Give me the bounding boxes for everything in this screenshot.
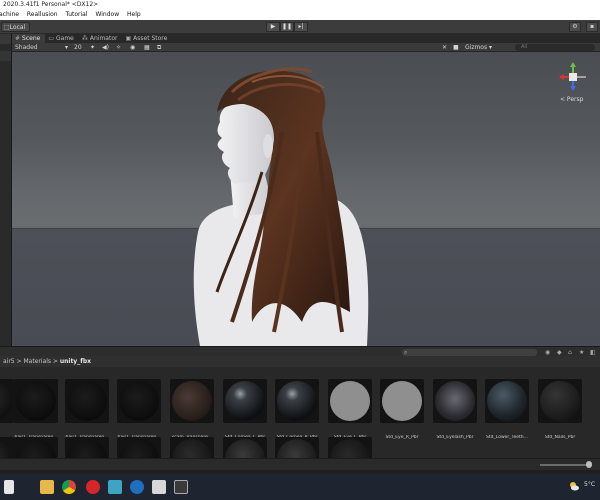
hierarchy-panel-edge (0, 34, 12, 346)
material-thumbnail (328, 437, 372, 458)
taskbar: 5°C (0, 474, 600, 500)
start-icon[interactable] (4, 480, 14, 494)
opera-icon[interactable] (86, 480, 100, 494)
weather-icon (570, 482, 579, 491)
store-icon: ▣ (125, 35, 132, 42)
breadcrumb-current: unity_fbx (59, 358, 91, 365)
orientation-gizmo[interactable] (556, 62, 590, 92)
account-button[interactable]: ▪ (586, 22, 598, 32)
window-title: 2020.3.41f1 Personal* <DX12> (0, 0, 600, 10)
menu-bar: achine Reallusion Tutorial Window Help (0, 10, 600, 20)
material-thumbnail (0, 437, 14, 458)
unity-editor-icon[interactable] (174, 480, 188, 494)
camera-settings-icon[interactable]: ■ (453, 43, 459, 52)
slider-handle[interactable] (586, 461, 592, 468)
thumbnail-size-slider[interactable] (540, 464, 590, 466)
menu-machine[interactable]: achine (0, 10, 19, 20)
hash-icon: # (15, 35, 21, 42)
character-model (193, 67, 369, 346)
tools-icon[interactable]: ✕ (442, 43, 447, 52)
step-button[interactable]: ▸| (294, 22, 308, 32)
breadcrumb: air5 > Materials > unity_fbx (0, 356, 600, 367)
pause-button[interactable]: ❚❚ (280, 22, 294, 32)
chevron-down-icon: ▾ (65, 44, 69, 51)
shading-mode-dropdown[interactable]: Shaded (15, 43, 38, 52)
material-thumbnail (170, 379, 214, 423)
material-thumbnail (65, 437, 109, 458)
unity-hub-icon[interactable] (152, 480, 166, 494)
playmode-controls: ▶ ❚❚ ▸| (266, 22, 308, 32)
effects-toggle-icon[interactable]: ✧ (116, 43, 121, 52)
tab-game[interactable]: ▭ Game (45, 34, 79, 43)
chevron-down-icon: ▾ (489, 44, 493, 51)
menu-help[interactable]: Help (127, 10, 141, 20)
hierarchy-tab[interactable] (0, 34, 11, 44)
scene-tabs: # Scene ▭ Game ⁂ Animator ▣ Asset Store (12, 34, 600, 43)
material-thumbnail (328, 379, 372, 423)
project-footer (0, 458, 600, 470)
tab-animator[interactable]: ⁂ Animator (79, 34, 123, 43)
tab-scene[interactable]: # Scene (12, 34, 46, 43)
gamepad-icon: ▭ (48, 35, 54, 42)
project-toolbar: ⌕ ◉ ◆ ⌂ ★ ◧ (0, 346, 600, 356)
tag-icon[interactable]: ⌂ (568, 349, 572, 356)
material-thumbnail (433, 379, 477, 423)
material-thumbnail (14, 379, 58, 423)
filter-icon[interactable]: ◆ (557, 349, 562, 356)
breadcrumb-item[interactable]: air5 (3, 358, 15, 365)
animator-icon: ⁂ (81, 35, 88, 42)
material-thumbnail (380, 379, 424, 423)
material-thumbnail (117, 437, 161, 458)
star-icon[interactable]: ★ (579, 349, 584, 356)
material-thumbnail (14, 437, 58, 458)
projection-label[interactable]: < Persp (560, 96, 583, 103)
cloud-button[interactable]: ⚙ (569, 22, 581, 32)
chrome-icon[interactable] (62, 480, 76, 494)
menu-window[interactable]: Window (95, 10, 119, 20)
main-toolbar: ⬚Local ▶ ❚❚ ▸| ⚙ ▪ (0, 20, 600, 34)
hidden-packages-icon[interactable]: ◧ (590, 349, 596, 356)
material-thumbnail (0, 379, 14, 423)
material-thumbnail (275, 379, 319, 423)
audio-toggle-icon[interactable]: ◀) (102, 43, 109, 52)
scene-viewport[interactable]: < Persp (12, 52, 600, 346)
asset-grid: hair1_Transparen... hair1_Transparen... … (0, 367, 600, 458)
material-thumbnail (170, 437, 214, 458)
material-thumbnail (485, 379, 529, 423)
pause-icon: ❚❚ (281, 23, 293, 30)
tab-asset-store[interactable]: ▣ Asset Store (122, 34, 172, 43)
menu-reallusion[interactable]: Reallusion (27, 10, 58, 20)
2d-toggle[interactable]: 20 (74, 43, 82, 52)
scene-search-input[interactable]: All (515, 44, 595, 51)
breadcrumb-item[interactable]: Materials (23, 358, 51, 365)
tools-toggle-icon[interactable]: ⧉ (157, 43, 161, 52)
pivot-local-button[interactable]: ⬚Local (1, 22, 31, 32)
menu-tutorial[interactable]: Tutorial (65, 10, 87, 20)
app-icon[interactable] (108, 480, 122, 494)
project-search-input[interactable] (402, 349, 537, 356)
file-explorer-icon[interactable] (40, 480, 54, 494)
play-button[interactable]: ▶ (266, 22, 280, 32)
lighting-toggle-icon[interactable]: ✦ (90, 43, 95, 52)
material-thumbnail (65, 379, 109, 423)
grid-toggle-icon[interactable]: ▦ (144, 43, 150, 52)
hidden-objects-icon[interactable]: ◉ (130, 43, 135, 52)
eye-icon[interactable]: ◉ (545, 349, 550, 356)
material-thumbnail (117, 379, 161, 423)
gear-icon: ⚙ (572, 23, 578, 30)
gizmos-dropdown[interactable]: Gizmos (465, 43, 487, 52)
material-thumbnail (538, 379, 582, 423)
play-icon: ▶ (270, 23, 276, 30)
material-thumbnail (275, 437, 319, 458)
account-icon: ▪ (589, 23, 595, 30)
hierarchy-menu[interactable] (0, 51, 11, 61)
cortana-icon[interactable] (130, 480, 144, 494)
material-thumbnail (223, 437, 267, 458)
temperature-label: 5°C (584, 481, 596, 488)
material-thumbnail (223, 379, 267, 423)
step-icon: ▸| (298, 23, 304, 30)
scene-toolbar: Shaded ▾ 20 ✦ ◀) ✧ ◉ ▦ ⧉ ✕ ■ Gizmos ▾ Al… (12, 43, 600, 52)
